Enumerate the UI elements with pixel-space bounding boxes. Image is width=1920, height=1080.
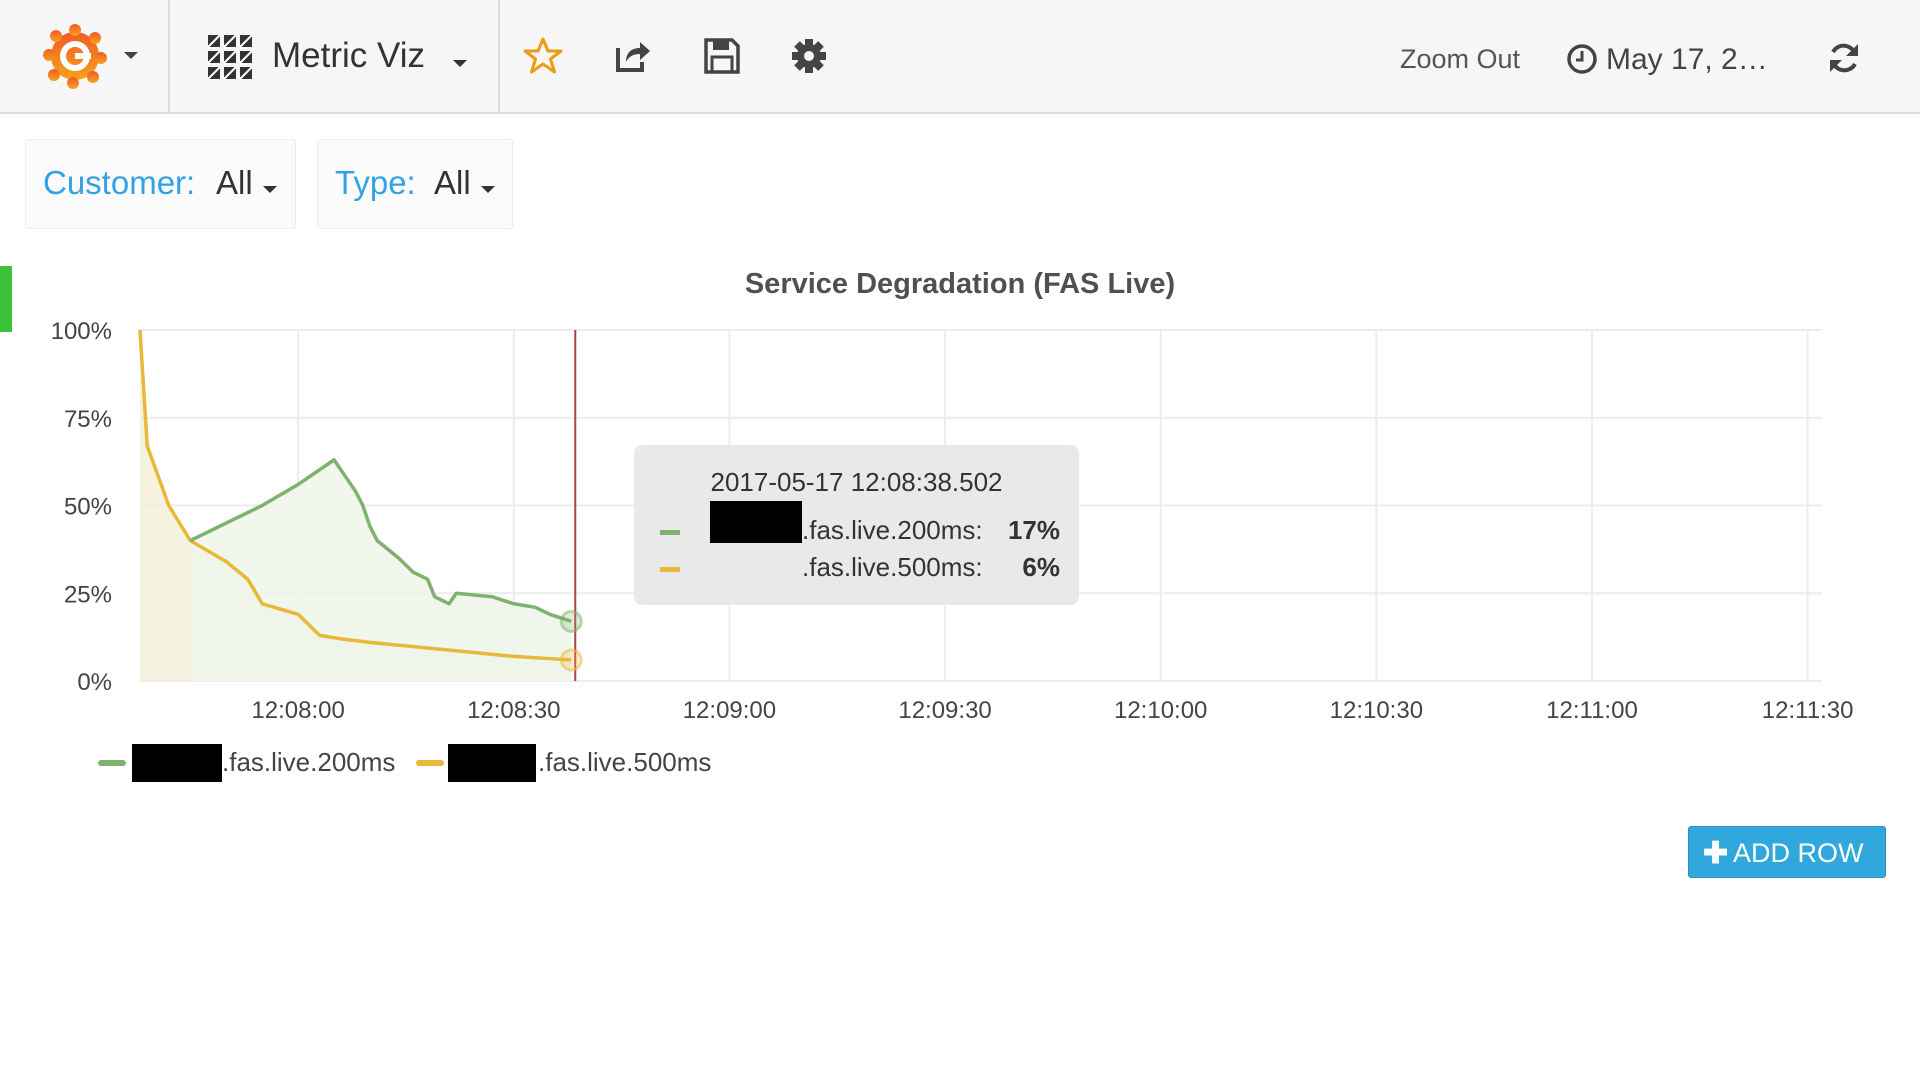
dashboard-title: Metric Viz xyxy=(272,36,425,75)
y-tick-label: 25% xyxy=(64,581,112,608)
chevron-down-icon xyxy=(453,60,467,67)
y-tick-label: 0% xyxy=(77,669,112,696)
series-color-swatch xyxy=(660,567,680,572)
x-tick-label: 12:10:00 xyxy=(1114,697,1207,724)
variable-label: Customer: xyxy=(43,164,196,201)
x-tick-label: 12:10:30 xyxy=(1330,697,1423,724)
tooltip-series-value: 6% xyxy=(1022,552,1060,582)
redacted-block xyxy=(448,744,536,782)
chevron-down-icon xyxy=(124,52,138,59)
customer-variable[interactable]: Customer: All xyxy=(25,139,296,229)
time-range-label: May 17, 2… xyxy=(1606,43,1768,76)
y-tick-label: 100% xyxy=(51,318,112,345)
grafana-logo-icon xyxy=(43,24,107,89)
panel-title[interactable]: Service Degradation (FAS Live) xyxy=(0,268,1920,301)
legend-item[interactable]: .fas.live.500ms xyxy=(416,742,716,782)
grafana-menu-button[interactable] xyxy=(0,0,170,112)
tooltip-series-name: .fas.live.200ms: xyxy=(802,515,983,545)
save-icon[interactable] xyxy=(702,36,742,76)
plus-icon: ✚ xyxy=(1703,837,1729,870)
chevron-down-icon xyxy=(481,186,495,193)
y-tick-label: 50% xyxy=(64,494,112,521)
tooltip-row: .fas.live.200ms: 17% xyxy=(660,501,1060,549)
tooltip-row: .fas.live.500ms: 6% xyxy=(660,552,1060,586)
series-color-swatch[interactable] xyxy=(98,760,126,766)
add-row-label: ADD ROW xyxy=(1733,838,1864,868)
zoom-out-button[interactable]: Zoom Out xyxy=(1400,44,1520,75)
refresh-icon[interactable] xyxy=(1826,40,1862,76)
dashboard-title-dropdown[interactable]: Metric Viz xyxy=(170,0,500,112)
redacted-block xyxy=(132,744,222,782)
series-color-swatch xyxy=(660,530,680,535)
series-color-swatch[interactable] xyxy=(416,760,444,766)
type-variable[interactable]: Type: All xyxy=(317,139,513,229)
top-navbar: Metric Viz Zoom Out May 17, 2… xyxy=(0,0,1920,114)
variable-value[interactable]: All xyxy=(216,164,253,202)
variable-value[interactable]: All xyxy=(434,164,471,202)
add-row-button[interactable]: ✚ ADD ROW xyxy=(1688,826,1886,878)
x-tick-label: 12:11:30 xyxy=(1762,697,1854,724)
tooltip-series-name: .fas.live.500ms: xyxy=(802,552,983,582)
x-tick-label: 12:09:30 xyxy=(898,697,991,724)
x-tick-label: 12:11:00 xyxy=(1546,697,1638,724)
legend-item[interactable]: .fas.live.200ms xyxy=(98,742,398,782)
chevron-down-icon xyxy=(263,186,277,193)
tooltip-timestamp: 2017-05-17 12:08:38.502 xyxy=(710,467,1003,497)
clock-icon xyxy=(1567,44,1597,74)
dashboard-grid-icon xyxy=(208,35,252,79)
graph-tooltip: 2017-05-17 12:08:38.502 .fas.live.200ms:… xyxy=(634,445,1079,605)
x-tick-label: 12:08:30 xyxy=(467,697,560,724)
y-tick-label: 75% xyxy=(64,406,112,433)
share-icon[interactable] xyxy=(612,36,652,76)
x-tick-label: 12:08:00 xyxy=(251,697,344,724)
hover-point-marker xyxy=(559,609,583,633)
hover-point-marker xyxy=(559,648,583,672)
variable-label: Type: xyxy=(335,164,416,201)
legend-series-name[interactable]: .fas.live.500ms xyxy=(538,747,711,778)
redacted-block xyxy=(710,501,802,543)
gear-icon[interactable] xyxy=(789,36,829,76)
x-tick-label: 12:09:00 xyxy=(683,697,776,724)
tooltip-series-value: 17% xyxy=(1007,515,1060,545)
legend-series-name[interactable]: .fas.live.200ms xyxy=(222,747,395,778)
star-icon[interactable] xyxy=(523,36,563,76)
